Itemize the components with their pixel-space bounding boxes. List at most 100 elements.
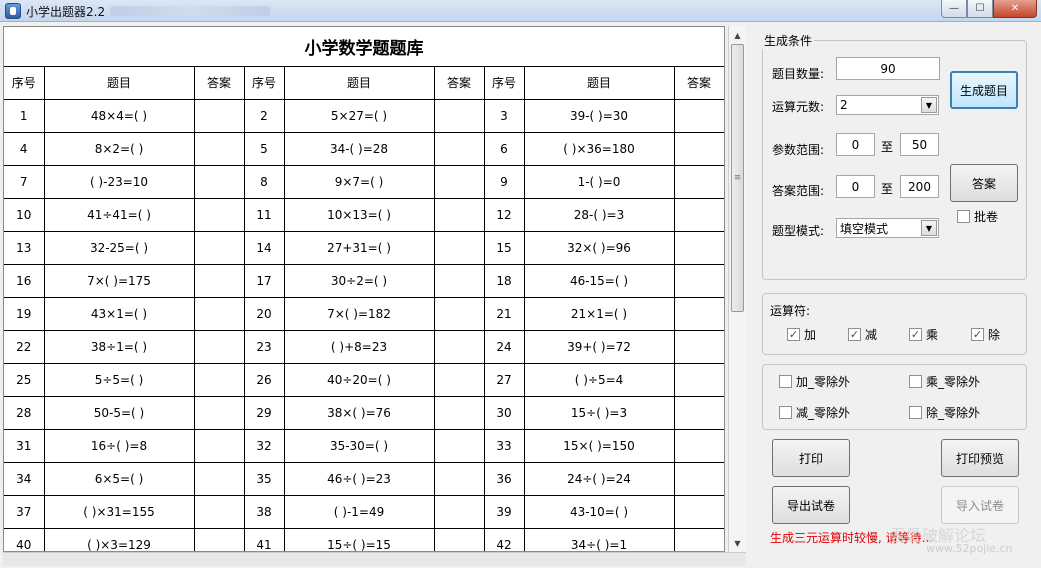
answer-cell[interactable] xyxy=(433,263,485,298)
answer-cell[interactable] xyxy=(433,197,485,232)
print-button[interactable]: 打印 xyxy=(772,439,850,477)
operator-div-checkbox[interactable]: ✓ 除 xyxy=(971,326,1000,343)
answer-cell[interactable] xyxy=(193,461,245,496)
scroll-thumb[interactable]: ≡ xyxy=(731,44,744,312)
scroll-down-arrow-icon[interactable]: ▼ xyxy=(729,535,746,551)
question-cell: ( )+8=23 xyxy=(283,329,435,364)
answer-cell[interactable] xyxy=(673,362,724,397)
answer-cell[interactable] xyxy=(193,362,245,397)
answer-cell[interactable] xyxy=(673,461,724,496)
answer-cell[interactable] xyxy=(433,494,485,529)
chevron-down-icon[interactable]: ▼ xyxy=(921,97,937,113)
export-button[interactable]: 导出试卷 xyxy=(772,486,850,524)
table-row: 34 6×5=( ) 35 46÷( )=23 36 24÷( )=24 xyxy=(4,461,724,496)
scroll-up-arrow-icon[interactable]: ▲ xyxy=(729,27,746,43)
answer-cell[interactable] xyxy=(193,395,245,430)
answer-cell[interactable] xyxy=(433,395,485,430)
answer-cell[interactable] xyxy=(673,428,724,463)
index-cell: 23 xyxy=(243,329,285,364)
window-title: 小学出题器2.2 xyxy=(26,5,106,19)
index-cell: 41 xyxy=(243,527,285,551)
col-header-index: 序号 xyxy=(4,67,45,100)
table-row: 13 32-25=( ) 14 27+31=( ) 15 32×( )=96 xyxy=(4,230,724,265)
sub-nonzero-checkbox[interactable]: 减_零除外 xyxy=(779,404,850,421)
answer-cell[interactable] xyxy=(673,494,724,529)
answer-cell[interactable] xyxy=(193,527,245,551)
question-cell: 10×13=( ) xyxy=(283,197,435,232)
answer-cell[interactable] xyxy=(193,197,245,232)
answer-cell[interactable] xyxy=(673,230,724,265)
answer-cell[interactable] xyxy=(193,98,245,133)
answer-cell[interactable] xyxy=(433,362,485,397)
answer-cell[interactable] xyxy=(673,329,724,364)
operands-select[interactable]: 2 ▼ xyxy=(836,95,939,115)
index-cell: 29 xyxy=(243,395,285,430)
param-min-field[interactable]: 0 xyxy=(836,133,875,156)
mul-nonzero-checkbox[interactable]: 乘_零除外 xyxy=(909,373,980,390)
answer-max-field[interactable]: 200 xyxy=(900,175,939,198)
grade-checkbox[interactable]: 批卷 xyxy=(957,208,998,225)
answer-cell[interactable] xyxy=(433,461,485,496)
answer-cell[interactable] xyxy=(193,428,245,463)
answer-cell[interactable] xyxy=(193,263,245,298)
checkmark-icon[interactable]: ✓ xyxy=(971,328,984,341)
answer-cell[interactable] xyxy=(193,230,245,265)
answer-cell[interactable] xyxy=(433,98,485,133)
question-cell: 38÷1=( ) xyxy=(43,329,195,364)
operator-mul-checkbox[interactable]: ✓ 乘 xyxy=(909,326,938,343)
checkbox-box[interactable] xyxy=(957,210,970,223)
question-cell: 35-30=( ) xyxy=(283,428,435,463)
answer-cell[interactable] xyxy=(433,329,485,364)
maximize-button[interactable]: ☐ xyxy=(967,0,993,18)
answer-cell[interactable] xyxy=(673,395,724,430)
mode-select[interactable]: 填空模式 ▼ xyxy=(836,218,939,238)
answer-cell[interactable] xyxy=(433,230,485,265)
count-field[interactable]: 90 xyxy=(836,57,940,80)
answer-cell[interactable] xyxy=(673,527,724,551)
answer-cell[interactable] xyxy=(193,131,245,166)
answer-cell[interactable] xyxy=(433,428,485,463)
checkmark-icon[interactable]: ✓ xyxy=(848,328,861,341)
close-button[interactable]: ✕ xyxy=(993,0,1037,18)
param-to-label: 至 xyxy=(881,140,894,154)
checkmark-icon[interactable]: ✓ xyxy=(787,328,800,341)
answer-button[interactable]: 答案 xyxy=(950,164,1018,202)
checkbox-box[interactable] xyxy=(909,406,922,419)
answer-cell[interactable] xyxy=(673,296,724,331)
operator-add-checkbox[interactable]: ✓ 加 xyxy=(787,326,816,343)
index-cell: 32 xyxy=(243,428,285,463)
generate-button[interactable]: 生成题目 xyxy=(950,71,1018,109)
print-preview-button[interactable]: 打印预览 xyxy=(941,439,1019,477)
import-button[interactable]: 导入试卷 xyxy=(941,486,1019,524)
operator-sub-checkbox[interactable]: ✓ 减 xyxy=(848,326,877,343)
answer-cell[interactable] xyxy=(673,263,724,298)
checkbox-box[interactable] xyxy=(909,375,922,388)
add-nonzero-checkbox[interactable]: 加_零除外 xyxy=(779,373,850,390)
answer-cell[interactable] xyxy=(193,296,245,331)
checkbox-box[interactable] xyxy=(779,375,792,388)
checkmark-icon[interactable]: ✓ xyxy=(909,328,922,341)
answer-cell[interactable] xyxy=(673,164,724,199)
question-cell: 15×( )=150 xyxy=(523,428,675,463)
answer-cell[interactable] xyxy=(433,527,485,551)
answer-cell[interactable] xyxy=(673,131,724,166)
div-nonzero-checkbox[interactable]: 除_零除外 xyxy=(909,404,980,421)
vertical-scrollbar[interactable]: ▲ ≡ ▼ xyxy=(728,26,746,552)
answer-cell[interactable] xyxy=(433,131,485,166)
answer-cell[interactable] xyxy=(193,494,245,529)
answer-cell[interactable] xyxy=(193,164,245,199)
answer-cell[interactable] xyxy=(433,296,485,331)
answer-cell[interactable] xyxy=(673,197,724,232)
minimize-button[interactable]: — xyxy=(941,0,967,18)
index-cell: 33 xyxy=(483,428,525,463)
param-max-field[interactable]: 50 xyxy=(900,133,939,156)
table-row: 7( )-23=10 8 9×7=( ) 9 1-( )=0 xyxy=(4,164,724,199)
answer-cell[interactable] xyxy=(433,164,485,199)
answer-cell[interactable] xyxy=(193,329,245,364)
table-row: 22 38÷1=( ) 23( )+8=23 24 39+( )=72 xyxy=(4,329,724,364)
checkbox-box[interactable] xyxy=(779,406,792,419)
answer-min-field[interactable]: 0 xyxy=(836,175,875,198)
chevron-down-icon[interactable]: ▼ xyxy=(921,220,937,236)
answer-cell[interactable] xyxy=(673,98,724,133)
index-cell: 28 xyxy=(4,395,45,430)
